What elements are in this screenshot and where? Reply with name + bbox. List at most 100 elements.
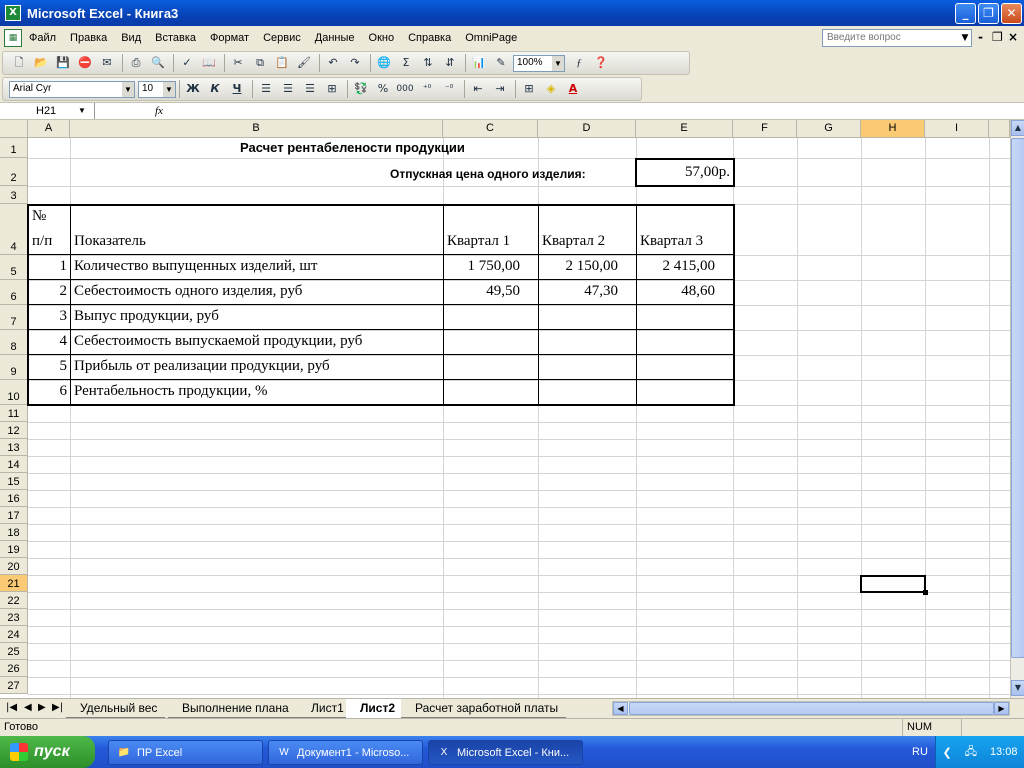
merge-center-icon[interactable]: ⊞	[322, 79, 342, 99]
doc-close-button[interactable]: ×	[1008, 30, 1018, 44]
autosum-icon[interactable]: Σ	[396, 53, 416, 73]
col-header-i[interactable]: I	[925, 120, 989, 138]
row-header-6[interactable]: 6	[0, 280, 28, 305]
thousands-button[interactable]: 000	[395, 79, 415, 99]
decrease-indent-icon[interactable]: ⇤	[468, 79, 488, 99]
menu-edit[interactable]: Правка	[63, 32, 114, 44]
tab-raschet-zarplaty[interactable]: Расчет заработной платы	[401, 699, 567, 718]
bold-button[interactable]: Ж	[183, 79, 203, 99]
font-color-icon[interactable]: A	[563, 79, 583, 99]
scroll-up-icon[interactable]: ▲	[1011, 120, 1024, 136]
row-header-13[interactable]: 13	[0, 439, 28, 456]
copy-icon[interactable]: ⧉	[250, 53, 270, 73]
open-icon[interactable]: 📂	[31, 53, 51, 73]
workbook-icon[interactable]: ▦	[4, 29, 22, 47]
row-header-25[interactable]: 25	[0, 643, 28, 660]
col-header-e[interactable]: E	[636, 120, 733, 138]
spreadsheet-grid[interactable]: A B C D E F G H I 1 2 3 4 5 6 7 8 9 10 1…	[0, 120, 1010, 698]
menu-format[interactable]: Формат	[203, 32, 256, 44]
sort-desc-icon[interactable]: ⇵	[440, 53, 460, 73]
font-name-select[interactable]: Arial Cyr ▼	[9, 80, 135, 98]
prev-sheet-icon[interactable]: ◀	[24, 702, 32, 713]
row-header-11[interactable]: 11	[0, 405, 28, 422]
sort-asc-icon[interactable]: ⇅	[418, 53, 438, 73]
language-indicator[interactable]: RU	[912, 746, 928, 758]
col-header-j[interactable]	[989, 120, 1010, 138]
decrease-decimal-icon[interactable]: ⁻⁰	[439, 79, 459, 99]
italic-button[interactable]: К	[205, 79, 225, 99]
cut-icon[interactable]: ✂	[228, 53, 248, 73]
align-right-icon[interactable]: ☰	[300, 79, 320, 99]
chevron-down-icon[interactable]: ▼	[958, 29, 972, 47]
print-preview-icon[interactable]: 🔍	[148, 53, 168, 73]
col-header-c[interactable]: C	[443, 120, 538, 138]
col-header-d[interactable]: D	[538, 120, 636, 138]
fx-icon[interactable]: fx	[155, 105, 163, 117]
align-left-icon[interactable]: ☰	[256, 79, 276, 99]
undo-icon[interactable]: ↶	[323, 53, 343, 73]
row-header-5[interactable]: 5	[0, 255, 28, 280]
row-header-12[interactable]: 12	[0, 422, 28, 439]
help-icon[interactable]: ❓	[591, 53, 611, 73]
zoom-select[interactable]: 100% ▼	[513, 54, 565, 72]
formula-input[interactable]	[171, 103, 1024, 119]
close-button[interactable]: ✕	[1001, 3, 1022, 24]
col-header-g[interactable]: G	[797, 120, 861, 138]
fill-color-icon[interactable]: ◈	[541, 79, 561, 99]
row-header-10[interactable]: 10	[0, 380, 28, 405]
row-header-24[interactable]: 24	[0, 626, 28, 643]
row-header-15[interactable]: 15	[0, 473, 28, 490]
chevron-down-icon[interactable]: ▼	[552, 55, 564, 71]
chart-wizard-icon[interactable]: 📊	[469, 53, 489, 73]
hyperlink-icon[interactable]: 🌐	[374, 53, 394, 73]
chevron-down-icon[interactable]: ▼	[163, 81, 175, 97]
restore-button[interactable]: ❐	[978, 3, 999, 24]
row-header-23[interactable]: 23	[0, 609, 28, 626]
menu-file[interactable]: Файл	[22, 32, 63, 44]
row-header-7[interactable]: 7	[0, 305, 28, 330]
select-all-corner[interactable]	[0, 120, 28, 138]
horizontal-scrollbar[interactable]: ◀ ▶	[612, 701, 1010, 716]
horizontal-scroll-thumb[interactable]	[629, 702, 994, 715]
next-sheet-icon[interactable]: ▶	[38, 702, 46, 713]
menu-data[interactable]: Данные	[308, 32, 362, 44]
menu-window[interactable]: Окно	[362, 32, 402, 44]
scroll-left-icon[interactable]: ◀	[613, 702, 628, 715]
row-header-8[interactable]: 8	[0, 330, 28, 355]
doc-minimize-button[interactable]: -	[978, 30, 983, 44]
first-sheet-icon[interactable]: |◀	[6, 702, 17, 713]
row-header-9[interactable]: 9	[0, 355, 28, 380]
increase-decimal-icon[interactable]: ⁺⁰	[417, 79, 437, 99]
name-box[interactable]: H21 ▼	[0, 103, 95, 119]
menu-view[interactable]: Вид	[114, 32, 148, 44]
task-pr-excel[interactable]: 📁 ПР Excel	[108, 740, 263, 765]
tab-list1[interactable]: Лист1	[297, 699, 352, 718]
email-icon[interactable]: ✉	[97, 53, 117, 73]
start-button[interactable]: пуск	[0, 736, 95, 768]
paste-icon[interactable]: 📋	[272, 53, 292, 73]
save-icon[interactable]: 💾	[53, 53, 73, 73]
chevron-down-icon[interactable]: ▼	[122, 81, 134, 97]
row-header-2[interactable]: 2	[0, 158, 28, 186]
tab-udelny-ves[interactable]: Удельный вес	[66, 699, 166, 718]
task-word-document[interactable]: W Документ1 - Microso...	[268, 740, 423, 765]
row-header-4[interactable]: 4	[0, 204, 28, 255]
active-cell-h21[interactable]	[860, 575, 926, 593]
font-size-select[interactable]: 10 ▼	[138, 80, 176, 98]
increase-indent-icon[interactable]: ⇥	[490, 79, 510, 99]
print-icon[interactable]: ⎙	[126, 53, 146, 73]
price-label[interactable]: Отпускная цена одного изделия:	[390, 167, 586, 181]
underline-button[interactable]: Ч	[227, 79, 247, 99]
redo-icon[interactable]: ↷	[345, 53, 365, 73]
tab-vypolnenie-plana[interactable]: Выполнение плана	[168, 699, 297, 718]
task-excel-book[interactable]: X Microsoft Excel - Кни...	[428, 740, 583, 765]
vertical-scrollbar[interactable]: ▲ ▼	[1010, 120, 1024, 698]
fill-handle[interactable]	[923, 590, 928, 595]
row-header-1[interactable]: 1	[0, 138, 28, 158]
research-icon[interactable]: 📖	[199, 53, 219, 73]
row-header-3[interactable]: 3	[0, 186, 28, 204]
tray-arrow-icon[interactable]: ❮	[942, 746, 951, 759]
row-header-26[interactable]: 26	[0, 660, 28, 677]
col-header-a[interactable]: A	[28, 120, 70, 138]
row-header-18[interactable]: 18	[0, 524, 28, 541]
